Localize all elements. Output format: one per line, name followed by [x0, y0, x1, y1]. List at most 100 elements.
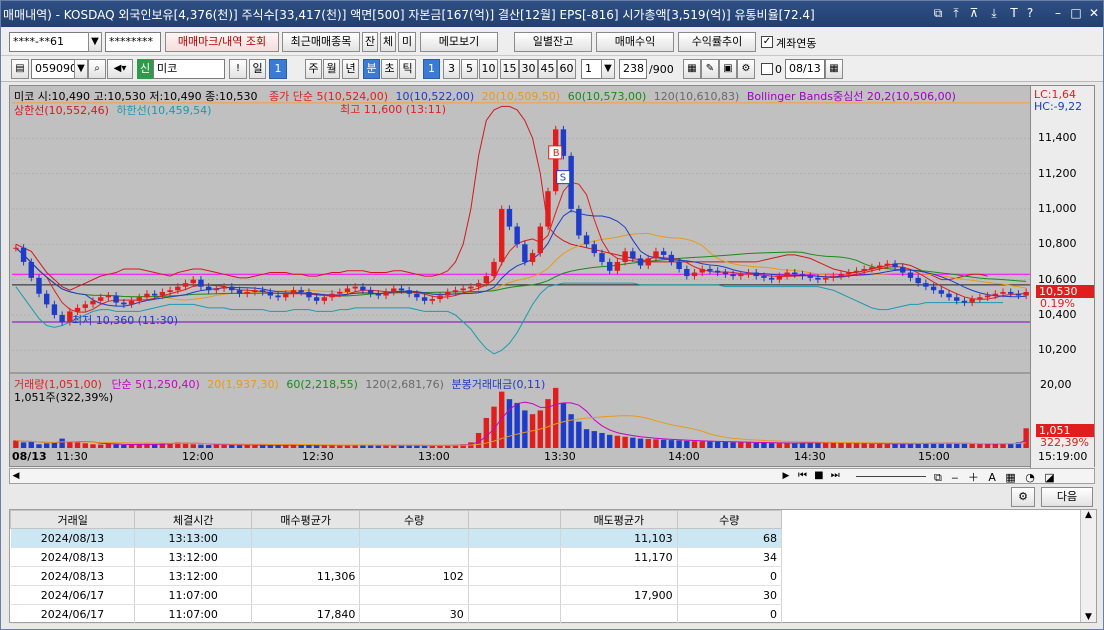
- minimize-icon[interactable]: –: [1051, 6, 1065, 20]
- indicator-icon[interactable]: ▦: [683, 59, 701, 79]
- candle-body: [414, 293, 420, 298]
- stock-name-field: 미코: [153, 59, 225, 79]
- period-button-1[interactable]: 1: [269, 59, 287, 79]
- volume-bar: [869, 443, 875, 448]
- table-row[interactable]: 2024/06/17 11:07:00 17,900 30: [10, 585, 783, 605]
- save-icon[interactable]: ▣: [719, 59, 737, 79]
- chart-tools[interactable]: ⧉ ‒ ＋ A ▦ ◔ ◪: [934, 469, 1058, 485]
- count-dropdown-icon[interactable]: ▼: [601, 59, 615, 79]
- interval-button-1[interactable]: 1: [423, 59, 440, 79]
- account-input[interactable]: ****-**61: [9, 32, 89, 52]
- trade-mark-query-button[interactable]: 매매마크/내역 조회: [165, 32, 279, 52]
- alert-icon[interactable]: !: [229, 59, 247, 79]
- memo-view-button[interactable]: 메모보기: [420, 32, 498, 52]
- column-header[interactable]: [467, 510, 562, 529]
- scroll-up-icon[interactable]: ▲: [1081, 510, 1096, 520]
- restore-tile-icon[interactable]: ⧉: [931, 6, 945, 20]
- trade-profit-button[interactable]: 매매수익: [596, 32, 674, 52]
- account-link-checkbox[interactable]: ✓: [761, 36, 773, 48]
- help-icon[interactable]: ?: [1023, 6, 1037, 20]
- candle-body: [483, 276, 489, 284]
- vol-ma20-legend: 20(1,937,30): [207, 378, 279, 391]
- table-scrollbar[interactable]: ▲ ▼: [1080, 510, 1096, 622]
- candle-body: [984, 295, 991, 298]
- unfilled-button[interactable]: 미: [398, 32, 416, 52]
- font-size-icon[interactable]: T: [1007, 6, 1021, 20]
- column-header[interactable]: 체결시간: [134, 510, 252, 529]
- candle-body: [853, 270, 860, 273]
- date-checkbox[interactable]: [761, 63, 773, 75]
- column-header[interactable]: 수량: [359, 510, 469, 529]
- balance-button[interactable]: 잔: [362, 32, 378, 52]
- column-header[interactable]: 매도평균가: [560, 510, 678, 529]
- candle-body: [653, 251, 659, 259]
- candle-body: [383, 291, 389, 296]
- volume-bar: [738, 442, 744, 448]
- interval-button-10[interactable]: 10: [479, 59, 498, 79]
- playback-controls[interactable]: ⏮ ■ ⏭: [798, 470, 842, 481]
- bar-count-input[interactable]: 238: [619, 59, 647, 79]
- sound-icon[interactable]: ◀▾: [107, 59, 133, 79]
- column-header[interactable]: 거래일: [9, 510, 136, 529]
- table-row[interactable]: 2024/08/13 13:12:00 11,306 102 0: [10, 566, 783, 586]
- interval-button-60[interactable]: 60: [557, 59, 576, 79]
- interval-button-45[interactable]: 45: [538, 59, 557, 79]
- chart-scrollbar[interactable]: ◀ ▶ ⏮ ■ ⏭ ⧉ ‒ ＋ A ▦ ◔ ◪: [9, 468, 1095, 484]
- settings-icon[interactable]: ⚙: [737, 59, 755, 79]
- interval-button-3[interactable]: 3: [443, 59, 460, 79]
- search-icon[interactable]: ⌕: [88, 59, 106, 79]
- candle-body: [367, 290, 374, 294]
- table-row[interactable]: 2024/08/13 13:12:00 11,170 34: [10, 547, 783, 567]
- table-settings-icon[interactable]: ⚙: [1011, 487, 1035, 507]
- count-select[interactable]: 1: [581, 59, 603, 79]
- scroll-down-icon[interactable]: ▼: [1081, 612, 1096, 622]
- interval-button-30[interactable]: 30: [519, 59, 538, 79]
- password-input[interactable]: ********: [105, 32, 161, 52]
- next-button[interactable]: 다음: [1041, 487, 1093, 507]
- draw-icon[interactable]: ✎: [701, 59, 719, 79]
- volume-bar: [583, 429, 590, 448]
- layout-icon[interactable]: ▤: [11, 59, 29, 79]
- pin-icon[interactable]: ⊼: [967, 6, 981, 20]
- daily-balance-button[interactable]: 일별잔고: [514, 32, 592, 52]
- account-dropdown-icon[interactable]: ▼: [88, 32, 102, 52]
- period-button-0[interactable]: 일: [249, 59, 266, 79]
- close-icon[interactable]: ✕: [1087, 6, 1101, 20]
- scroll-left-icon[interactable]: ◀: [10, 470, 22, 482]
- price-tick-label: 10,800: [1038, 237, 1077, 251]
- column-header[interactable]: 매수평균가: [250, 510, 361, 529]
- interval-button-5[interactable]: 5: [461, 59, 478, 79]
- stock-code-input[interactable]: 059090: [31, 59, 75, 79]
- period-button-6[interactable]: 초: [381, 59, 398, 79]
- code-dropdown-icon[interactable]: ▼: [74, 59, 88, 79]
- date-input[interactable]: 08/13: [785, 59, 825, 79]
- upper-band-legend: 상한선(10,552,46): [14, 104, 109, 117]
- period-button-2[interactable]: 주: [305, 59, 322, 79]
- return-trend-button[interactable]: 수익률추이: [678, 32, 756, 52]
- chart-area[interactable]: BS 10,200 10,400 10,600 10,800 11,000 11,200 1…: [9, 85, 1096, 468]
- table-cell: 0: [677, 604, 783, 624]
- table-cell: 2024/08/13: [10, 566, 136, 586]
- table-row[interactable]: 2024/08/13 13:13:00 11,103 68: [10, 528, 783, 548]
- recent-trades-button[interactable]: 최근매매종목: [282, 32, 360, 52]
- pin-down-icon[interactable]: ⤓: [987, 6, 1001, 20]
- volume-bar: [884, 444, 891, 448]
- period-button-3[interactable]: 월: [323, 59, 340, 79]
- zoom-slider[interactable]: [856, 476, 926, 477]
- executed-button[interactable]: 체: [380, 32, 396, 52]
- table-row[interactable]: 2024/06/17 11:07:00 17,840 30 0: [10, 604, 783, 624]
- candle-body: [946, 293, 952, 298]
- scroll-right-icon[interactable]: ▶: [780, 470, 792, 482]
- vol-ma60-legend: 60(2,218,55): [286, 378, 358, 391]
- period-button-7[interactable]: 틱: [399, 59, 416, 79]
- volume-axis-top: 20,00: [1040, 378, 1072, 391]
- pin-top-icon[interactable]: ⤒: [949, 6, 963, 20]
- interval-button-15[interactable]: 15: [500, 59, 519, 79]
- price-volume-chart[interactable]: BS: [10, 86, 1096, 468]
- maximize-icon[interactable]: □: [1069, 6, 1083, 20]
- calendar-icon[interactable]: ▦: [825, 59, 843, 79]
- period-button-4[interactable]: 년: [342, 59, 359, 79]
- volume-bar: [822, 442, 829, 448]
- column-header[interactable]: 수량: [676, 510, 783, 529]
- period-button-5[interactable]: 분: [363, 59, 380, 79]
